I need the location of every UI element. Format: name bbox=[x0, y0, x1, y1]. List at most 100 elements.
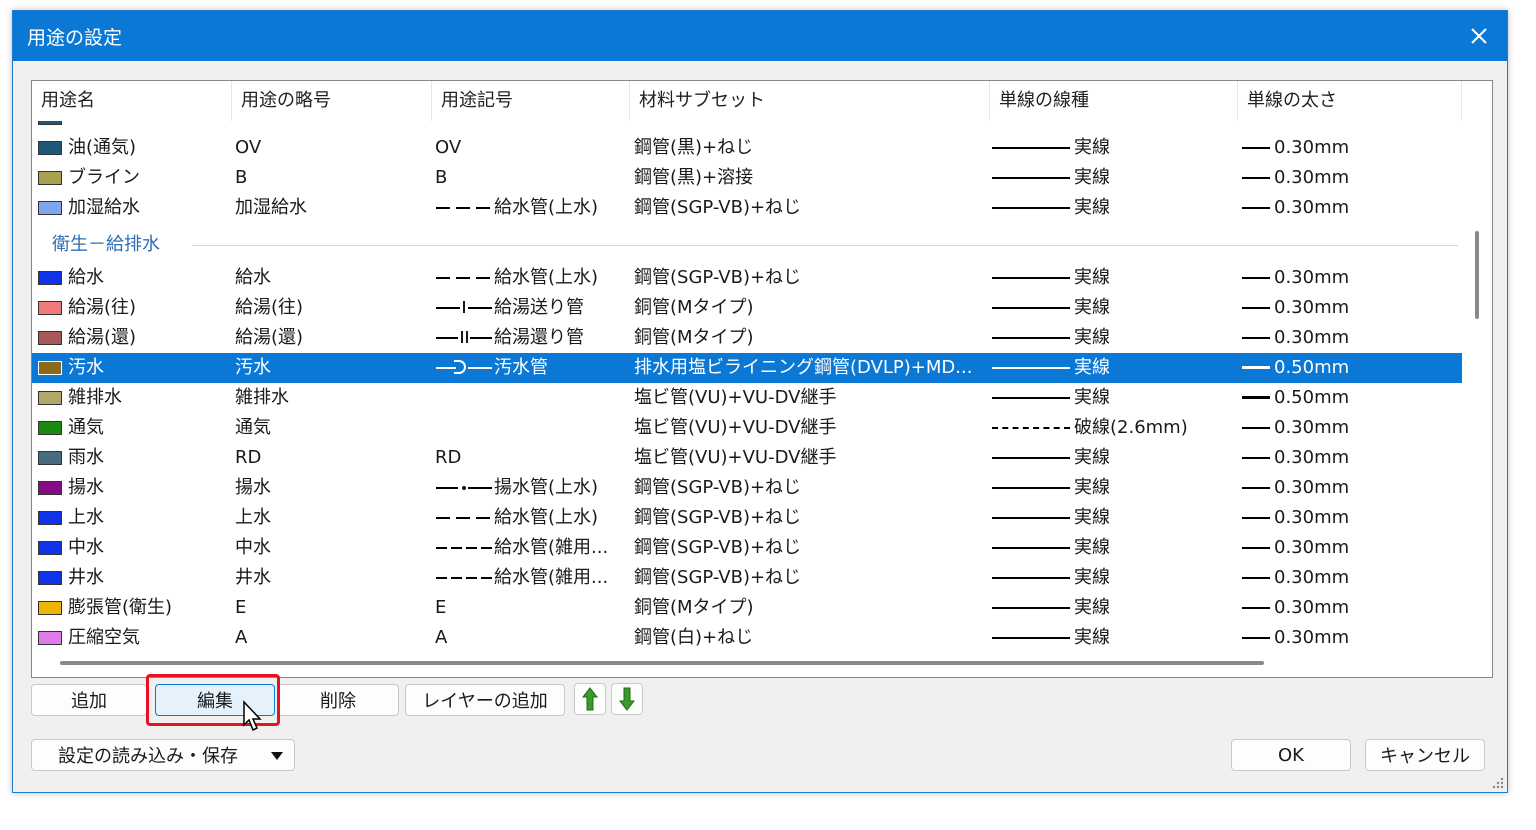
add-button[interactable]: 追加 bbox=[31, 684, 147, 716]
material-subset-cell: 銅管(Mタイプ) bbox=[634, 327, 754, 348]
line-type-cell: 実線 bbox=[1074, 477, 1110, 498]
symbol-dot bbox=[462, 486, 466, 490]
usage-name-cell: 給水 bbox=[68, 267, 104, 288]
line-width-cell: 0.30mm bbox=[1274, 507, 1350, 528]
line-width-cell: 0.30mm bbox=[1274, 327, 1350, 348]
table-row[interactable]: 通気 通気 塩ビ管(VU)+VU-DV継手 破線(2.6mm) 0.30mm bbox=[32, 413, 1462, 443]
header-usage-name[interactable]: 用途名 bbox=[32, 81, 232, 121]
group-divider bbox=[192, 245, 1458, 246]
table-row[interactable]: 揚水 揚水 揚水管(上水) 鋼管(SGP-VB)+ねじ 実線 0.30mm bbox=[32, 473, 1462, 503]
line-width-sample bbox=[1242, 277, 1270, 279]
usage-abbr-cell: 通気 bbox=[235, 417, 271, 438]
close-button[interactable] bbox=[1463, 20, 1495, 52]
mouse-cursor-icon bbox=[243, 700, 262, 732]
table-row[interactable]: 給湯(往) 給湯(往) 給湯送り管 銅管(Mタイプ) 実線 0.30mm bbox=[32, 293, 1462, 323]
delete-button[interactable]: 削除 bbox=[277, 684, 399, 716]
line-type-segment bbox=[992, 147, 1070, 149]
table-row[interactable]: 膨張管(衛生) E E 銅管(Mタイプ) 実線 0.30mm bbox=[32, 593, 1462, 623]
usage-name-cell: 揚水 bbox=[68, 477, 104, 498]
header-line-width[interactable]: 単線の太さ bbox=[1238, 81, 1462, 121]
usage-name-cell: 中水 bbox=[68, 537, 104, 558]
symbol-tick bbox=[463, 301, 465, 313]
table-row[interactable]: 給湯(還) 給湯(還) 給湯還り管 銅管(Mタイプ) 実線 0.30mm bbox=[32, 323, 1462, 353]
close-icon bbox=[1471, 28, 1487, 44]
table-row[interactable]: 中水 中水 給水管(雑用... 鋼管(SGP-VB)+ねじ 実線 0.30mm bbox=[32, 533, 1462, 563]
line-type-segment bbox=[992, 177, 1070, 179]
table-row[interactable]: 汚水 汚水 汚水管 排水用塩ビライニング鋼管(DVLP)+MD... 実線 0.50mm bbox=[32, 353, 1462, 383]
header-usage-symbol[interactable]: 用途記号 bbox=[432, 81, 630, 121]
add-layer-button[interactable]: レイヤーの追加 bbox=[405, 684, 565, 716]
move-down-button[interactable] bbox=[611, 683, 643, 715]
table-row[interactable]: 給水 給水 給水管(上水) 鋼管(SGP-VB)+ねじ 実線 0.30mm bbox=[32, 263, 1462, 293]
line-type-sample bbox=[992, 563, 1070, 593]
usage-name-cell: 上水 bbox=[68, 507, 104, 528]
table-row[interactable]: 油(通気) OV OV 鋼管(黒)+ねじ 実線 0.30mm bbox=[32, 133, 1462, 163]
line-type-segment bbox=[992, 427, 1070, 429]
line-width-cell: 0.30mm bbox=[1274, 297, 1350, 318]
material-subset-cell: 塩ビ管(VU)+VU-DV継手 bbox=[634, 447, 837, 468]
usage-list[interactable]: 油(通気) OV OV 鋼管(黒)+ねじ 実線 0.30mm ブライン B B 鋼管(黒)+溶接実… bbox=[31, 80, 1493, 678]
line-type-sample bbox=[992, 443, 1070, 473]
usage-symbol-cell: 給水管(上水) bbox=[494, 197, 599, 218]
line-type-sample bbox=[992, 323, 1070, 353]
line-type-cell: 実線 bbox=[1074, 597, 1110, 618]
line-type-sample bbox=[992, 293, 1070, 323]
material-subset-cell: 鋼管(黒)+ねじ bbox=[634, 137, 754, 158]
usage-symbol-cell: 給水管(上水) bbox=[494, 267, 599, 288]
table-row[interactable]: 雨水 RD RD 塩ビ管(VU)+VU-DV継手 実線 0.30mm bbox=[32, 443, 1462, 473]
color-swatch bbox=[38, 511, 62, 525]
symbol-line-segment bbox=[436, 577, 447, 579]
table-row[interactable]: 井水 井水 給水管(雑用... 鋼管(SGP-VB)+ねじ 実線 0.30mm bbox=[32, 563, 1462, 593]
line-width-sample bbox=[1242, 177, 1270, 179]
usage-abbr-cell: 上水 bbox=[235, 507, 271, 528]
move-up-button[interactable] bbox=[574, 683, 606, 715]
symbol-arc bbox=[454, 360, 466, 374]
load-save-dropdown[interactable]: 設定の読み込み・保存 bbox=[31, 739, 295, 771]
horizontal-scrollbar[interactable] bbox=[32, 649, 1462, 677]
header-material-subset[interactable]: 材料サブセット bbox=[630, 81, 990, 121]
ok-button[interactable]: OK bbox=[1231, 739, 1351, 771]
table-row[interactable]: 加湿給水 加湿給水 給水管(上水) 鋼管(SGP-VB)+ねじ 実線 0.30mm bbox=[32, 193, 1462, 223]
symbol-line-segment bbox=[466, 547, 477, 549]
resize-grip-icon[interactable] bbox=[1491, 776, 1505, 790]
table-row[interactable]: ブライン B B 鋼管(黒)+溶接 実線 0.30mm bbox=[32, 163, 1462, 193]
line-width-sample bbox=[1242, 366, 1270, 369]
table-row[interactable]: 雑排水 雑排水 塩ビ管(VU)+VU-DV継手 実線 0.50mm bbox=[32, 383, 1462, 413]
color-swatch bbox=[38, 301, 62, 315]
vertical-scrollbar[interactable] bbox=[1462, 81, 1492, 651]
line-width-cell: 0.30mm bbox=[1274, 267, 1350, 288]
symbol-line-segment bbox=[468, 307, 492, 309]
table-row[interactable]: 圧縮空気 A A 鋼管(白)+ねじ 実線 0.30mm bbox=[32, 623, 1462, 651]
line-type-cell: 実線 bbox=[1074, 567, 1110, 588]
line-type-segment bbox=[992, 367, 1070, 369]
horizontal-scroll-thumb[interactable] bbox=[60, 661, 1264, 665]
line-type-cell: 実線 bbox=[1074, 387, 1110, 408]
line-width-cell: 0.30mm bbox=[1274, 417, 1350, 438]
line-width-cell: 0.30mm bbox=[1274, 167, 1350, 188]
color-swatch bbox=[38, 421, 62, 435]
list-rows: 油(通気) OV OV 鋼管(黒)+ねじ 実線 0.30mm ブライン B B 鋼管(黒)+溶接実… bbox=[32, 81, 1462, 651]
line-type-segment bbox=[992, 517, 1070, 519]
dialog-window: 用途の設定 油(通気) OV OV 鋼管(黒)+ねじ 実線 0.30mm ブライン B B 鋼管(… bbox=[12, 10, 1508, 793]
vertical-scroll-thumb[interactable] bbox=[1475, 231, 1479, 319]
line-type-sample bbox=[992, 353, 1070, 383]
line-type-segment bbox=[992, 487, 1070, 489]
material-subset-cell: 鋼管(SGP-VB)+ねじ bbox=[634, 477, 802, 498]
symbol-line-icon bbox=[436, 323, 492, 353]
symbol-tick bbox=[461, 331, 463, 343]
symbol-line-segment bbox=[468, 487, 492, 489]
line-type-sample bbox=[992, 163, 1070, 193]
header-usage-abbr[interactable]: 用途の略号 bbox=[232, 81, 432, 121]
symbol-line-segment bbox=[436, 487, 458, 489]
line-type-cell: 実線 bbox=[1074, 357, 1110, 378]
line-type-cell: 実線 bbox=[1074, 537, 1110, 558]
cancel-button[interactable]: キャンセル bbox=[1365, 739, 1485, 771]
color-swatch bbox=[38, 331, 62, 345]
line-width-cell: 0.30mm bbox=[1274, 567, 1350, 588]
line-width-cell: 0.30mm bbox=[1274, 447, 1350, 468]
line-type-segment bbox=[992, 457, 1070, 459]
line-width-cell: 0.30mm bbox=[1274, 137, 1350, 158]
symbol-line-segment bbox=[436, 367, 456, 369]
header-line-type[interactable]: 単線の線種 bbox=[990, 81, 1238, 121]
table-row[interactable]: 上水 上水 給水管(上水) 鋼管(SGP-VB)+ねじ 実線 0.30mm bbox=[32, 503, 1462, 533]
